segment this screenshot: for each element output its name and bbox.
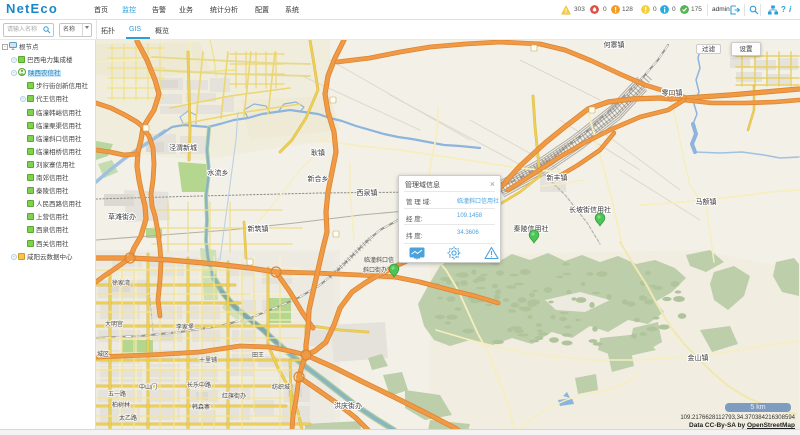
svg-text:零口镇: 零口镇 [662,88,683,97]
svg-text:水流乡: 水流乡 [208,168,229,177]
svg-text:韩森寨: 韩森寨 [192,403,210,411]
svg-text:城区: 城区 [97,351,109,358]
svg-text:太乙路: 太乙路 [119,414,137,422]
svg-text:斜口街办: 斜口街办 [363,266,387,274]
svg-text:长坡街信用社: 长坡街信用社 [569,205,611,214]
svg-text:泾渭新城: 泾渭新城 [169,143,197,152]
svg-text:!: ! [565,9,567,15]
svg-text:新丰镇: 新丰镇 [547,173,568,182]
svg-text:十里铺: 十里铺 [199,356,217,364]
svg-text:红旗街办: 红旗街办 [222,392,246,400]
svg-text:柏树林: 柏树林 [112,401,130,409]
svg-text:马额镇: 马额镇 [696,197,717,206]
svg-text:金山镇: 金山镇 [688,353,709,362]
svg-text:五一路: 五一路 [108,390,126,398]
svg-text:田王: 田王 [252,352,264,359]
svg-text:新筑镇: 新筑镇 [248,224,269,233]
svg-text:中山门: 中山门 [139,383,157,391]
svg-text:李家堡: 李家堡 [176,323,194,331]
svg-text:临潼斜口信: 临潼斜口信 [364,256,394,264]
svg-text:新合乡: 新合乡 [308,174,329,183]
svg-text:西泉镇: 西泉镇 [357,188,378,197]
svg-text:耿镇: 耿镇 [311,148,325,157]
svg-text:大明宫: 大明宫 [105,320,123,328]
svg-text:长乐中路: 长乐中路 [187,381,211,389]
svg-text:草滩街办: 草滩街办 [108,212,136,221]
svg-text:洪庆街办: 洪庆街办 [334,401,362,410]
svg-text:何寨镇: 何寨镇 [604,40,625,49]
svg-text:纺织城: 纺织城 [272,383,290,391]
svg-text:徐家湾: 徐家湾 [112,279,130,287]
